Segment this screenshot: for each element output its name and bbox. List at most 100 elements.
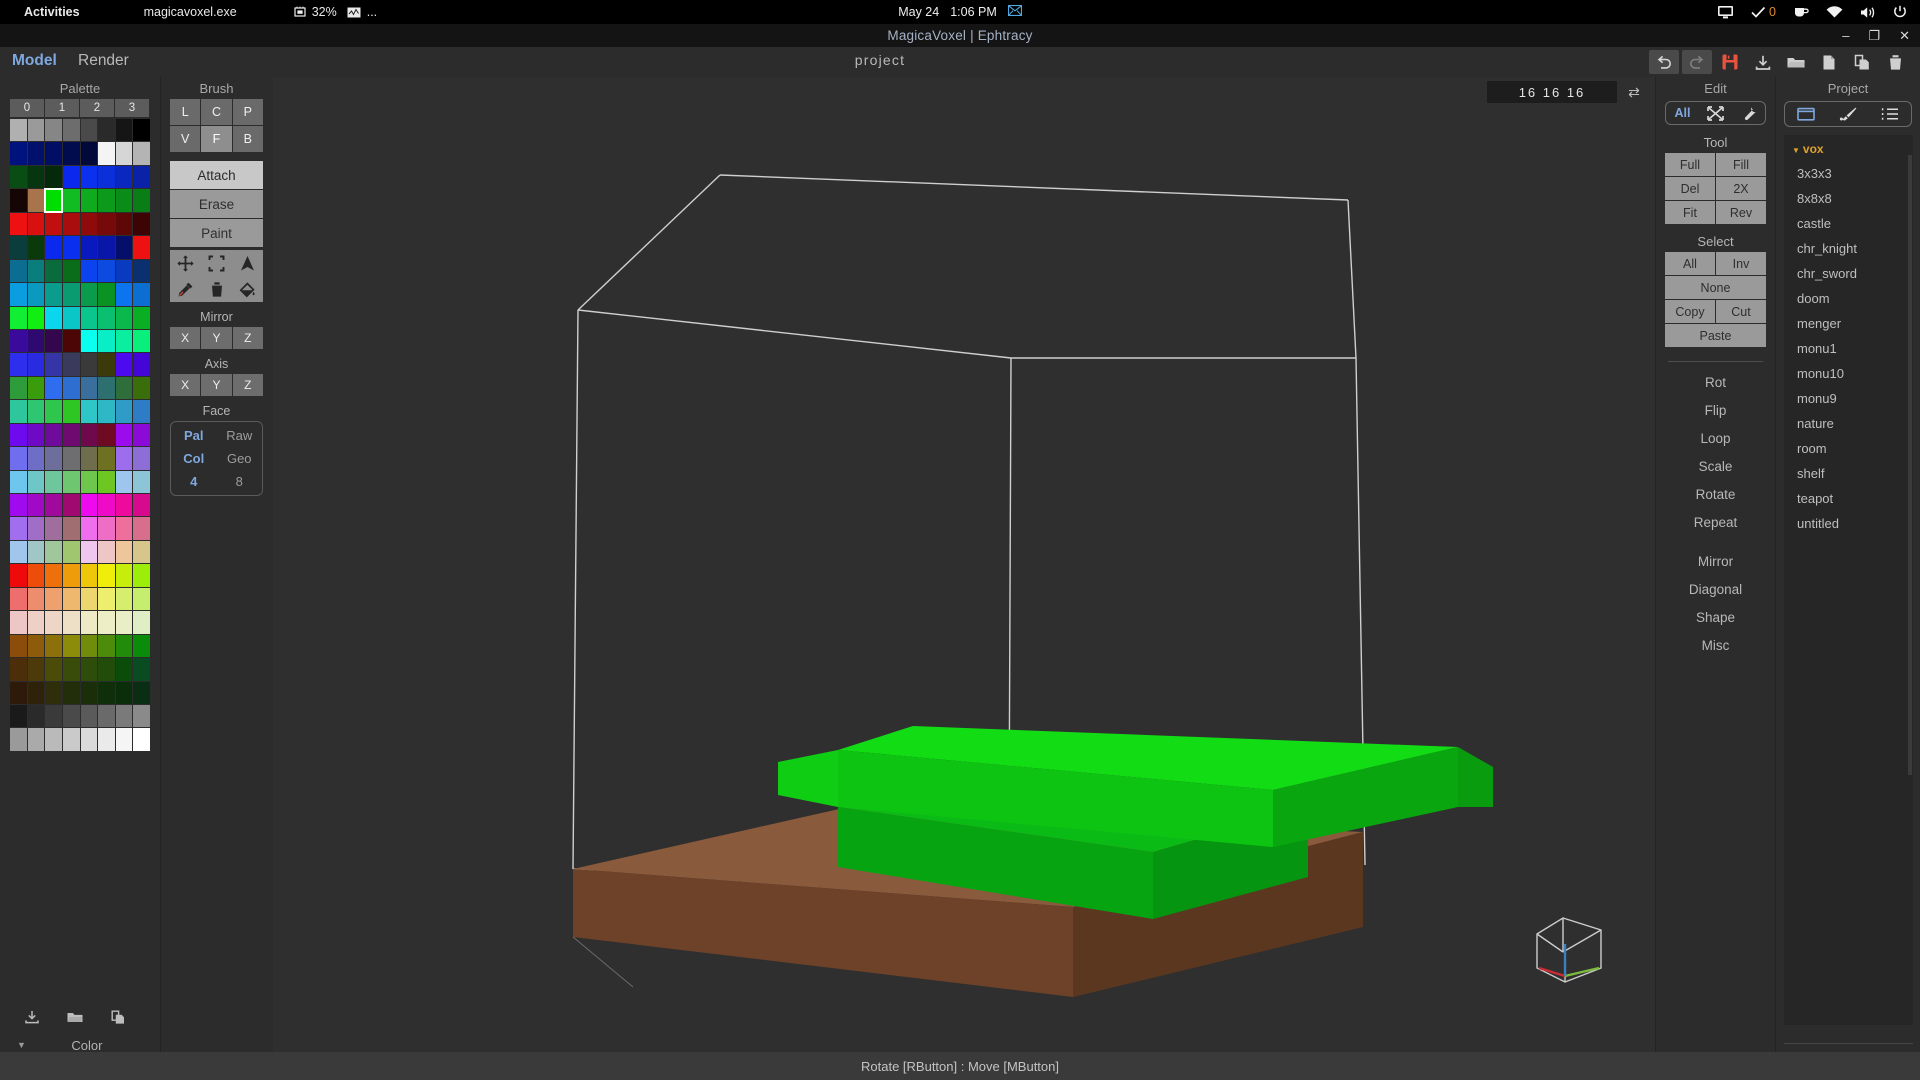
palette-swatch[interactable] <box>115 447 133 470</box>
chevron-down-icon[interactable]: ▼ <box>1792 146 1800 155</box>
palette-swatch[interactable] <box>10 494 27 517</box>
edit-link-shape[interactable]: Shape <box>1656 610 1775 625</box>
palette-swatch[interactable] <box>98 306 115 329</box>
palette-swatch[interactable] <box>133 400 150 423</box>
palette-swatch[interactable] <box>27 564 45 587</box>
palette-swatch[interactable] <box>133 775 150 798</box>
palette-swatch[interactable] <box>133 587 150 611</box>
palette-swatch[interactable] <box>115 540 133 564</box>
palette-swatch[interactable] <box>62 236 80 259</box>
palette-swatch[interactable] <box>115 306 133 329</box>
mirror-axis-y[interactable]: Y <box>201 327 232 349</box>
project-list-item[interactable]: teapot <box>1784 486 1913 511</box>
palette-swatch[interactable] <box>27 165 45 189</box>
palette-swatch[interactable] <box>45 704 62 728</box>
palette-swatch[interactable] <box>62 212 80 236</box>
project-list-item[interactable]: monu9 <box>1784 386 1913 411</box>
trash-icon[interactable] <box>1880 50 1910 74</box>
project-list-item[interactable]: menger <box>1784 311 1913 336</box>
palette-swatch[interactable] <box>80 447 98 470</box>
palette-swatch[interactable] <box>98 259 115 283</box>
palette-swatch[interactable] <box>115 587 133 611</box>
palette-swatch[interactable] <box>115 400 133 423</box>
palette-swatch[interactable] <box>27 470 45 493</box>
palette-swatch[interactable] <box>80 212 98 236</box>
palette-swatch[interactable] <box>115 329 133 353</box>
mail-icon[interactable] <box>1007 4 1022 19</box>
palette-swatch[interactable] <box>80 587 98 611</box>
palette-swatch[interactable] <box>27 283 45 306</box>
palette-swatch[interactable] <box>44 188 63 213</box>
palette-swatch[interactable] <box>115 517 133 540</box>
select-cut-button[interactable]: Cut <box>1716 300 1766 323</box>
palette-swatch[interactable] <box>10 376 27 400</box>
palette-swatch[interactable] <box>80 353 98 376</box>
palette-swatch[interactable] <box>133 798 150 822</box>
palette-save-icon[interactable] <box>17 1007 47 1027</box>
palette-swatch[interactable] <box>80 704 98 728</box>
palette-swatch[interactable] <box>62 611 80 634</box>
palette-swatch[interactable] <box>80 564 98 587</box>
mirror-axis-x[interactable]: X <box>170 327 201 349</box>
palette-swatch[interactable] <box>10 142 27 165</box>
palette-swatch[interactable] <box>80 165 98 189</box>
palette-swatch[interactable] <box>62 564 80 587</box>
palette-swatch[interactable] <box>115 611 133 634</box>
project-list-item[interactable]: untitled <box>1784 511 1913 536</box>
palette-swatch[interactable] <box>45 658 62 681</box>
palette-swatch[interactable] <box>115 798 133 822</box>
edit-link-flip[interactable]: Flip <box>1656 403 1775 418</box>
project-list-item[interactable]: nature <box>1784 411 1913 436</box>
edit-link-rotate[interactable]: Rotate <box>1656 487 1775 502</box>
palette-swatch[interactable] <box>80 845 98 868</box>
palette-swatch[interactable] <box>80 400 98 423</box>
palette-swatch[interactable] <box>115 822 133 845</box>
palette-swatch[interactable] <box>133 306 150 329</box>
palette-swatch[interactable] <box>133 681 150 704</box>
palette-swatch[interactable] <box>62 845 80 868</box>
palette-swatch[interactable] <box>80 470 98 493</box>
tool-rev-button[interactable]: Rev <box>1716 201 1766 224</box>
display-icon[interactable] <box>1717 5 1734 19</box>
palette-swatch[interactable] <box>98 189 115 212</box>
palette-swatch[interactable] <box>45 119 62 142</box>
palette-swatch[interactable] <box>10 447 27 470</box>
palette-swatch[interactable] <box>133 142 150 165</box>
palette-swatch[interactable] <box>45 728 62 751</box>
palette-page-3[interactable]: 3 <box>115 99 150 117</box>
palette-swatch[interactable] <box>98 353 115 376</box>
palette-swatch[interactable] <box>62 400 80 423</box>
palette-swatch[interactable] <box>133 494 150 517</box>
palette-swatch[interactable] <box>62 470 80 493</box>
palette-swatch[interactable] <box>98 658 115 681</box>
palette-swatch[interactable] <box>98 704 115 728</box>
palette-swatch[interactable] <box>10 587 27 611</box>
palette-swatch[interactable] <box>133 447 150 470</box>
palette-swatch[interactable] <box>98 728 115 751</box>
palette-swatch[interactable] <box>98 775 115 798</box>
project-list-item[interactable]: 8x8x8 <box>1784 186 1913 211</box>
palette-swatch[interactable] <box>80 283 98 306</box>
palette-swatch[interactable] <box>10 259 27 283</box>
brush-shape-p[interactable]: P <box>232 99 263 125</box>
palette-swatch[interactable] <box>133 611 150 634</box>
project-list-item[interactable]: chr_knight <box>1784 236 1913 261</box>
paint-bucket-icon[interactable] <box>232 276 263 302</box>
palette-swatch[interactable] <box>62 517 80 540</box>
palette-swatch[interactable] <box>80 634 98 658</box>
select-copy-button[interactable]: Copy <box>1665 300 1715 323</box>
palette-swatch[interactable] <box>80 119 98 142</box>
palette-swatch[interactable] <box>10 798 27 822</box>
palette-swatch[interactable] <box>80 775 98 798</box>
project-list-item[interactable]: monu10 <box>1784 361 1913 386</box>
palette-swatch[interactable] <box>62 353 80 376</box>
palette-swatch[interactable] <box>45 751 62 775</box>
palette-swatch[interactable] <box>10 353 27 376</box>
palette-swatch[interactable] <box>62 119 80 142</box>
palette-swatch[interactable] <box>45 798 62 822</box>
palette-swatch[interactable] <box>80 259 98 283</box>
select-inv-button[interactable]: Inv <box>1716 252 1766 275</box>
palette-swatch[interactable] <box>115 119 133 142</box>
brush-shape-l[interactable]: L <box>170 99 201 125</box>
palette-swatch[interactable] <box>27 400 45 423</box>
